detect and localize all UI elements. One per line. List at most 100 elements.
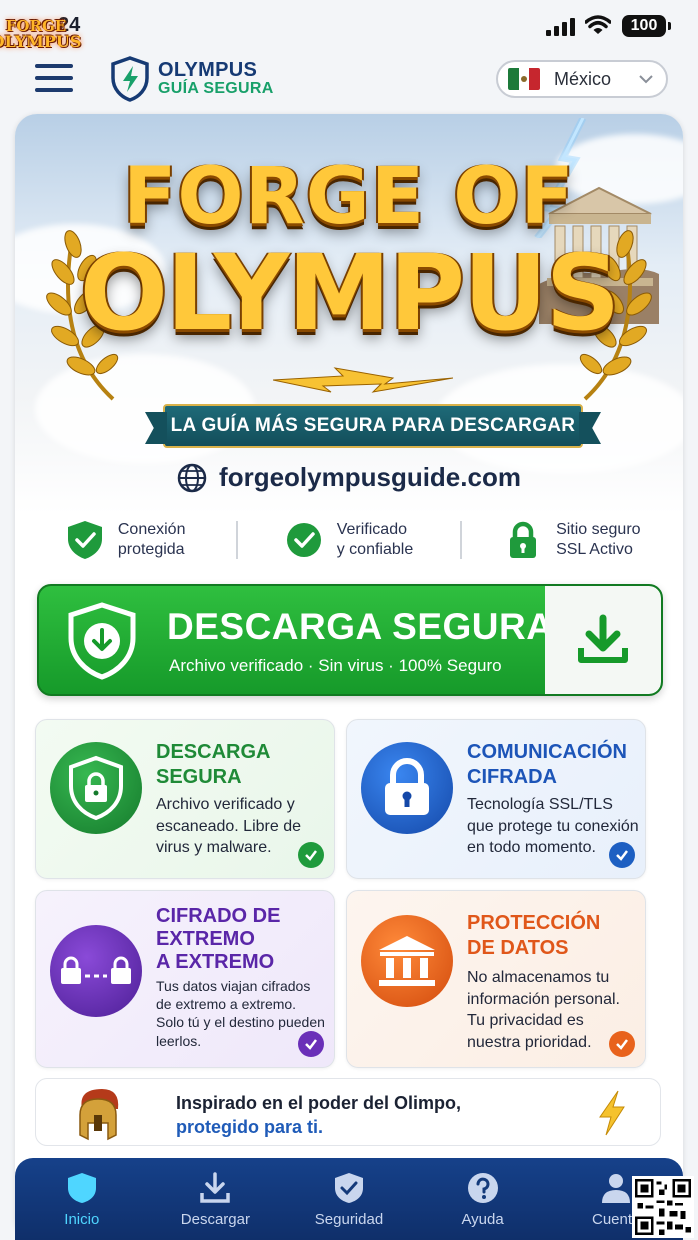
app-logo: FORGE OLYMPUS — [0, 2, 81, 66]
nav-label-seguridad: Seguridad — [314, 1210, 384, 1228]
card4-body-l1: No almacenamos tu — [467, 969, 610, 986]
trust-verified-l2: y confiable — [336, 541, 414, 558]
card4-title-l1: PROTECCIÓN — [467, 912, 601, 934]
globe-icon — [177, 463, 207, 492]
user-icon — [602, 1173, 631, 1203]
app-logo-line2: OLYMPUS — [0, 31, 82, 51]
qr-code-icon — [632, 1176, 694, 1238]
wifi-icon — [585, 15, 611, 34]
download-subtitle: Archivo verificado · Sin virus · 100% Se… — [169, 656, 502, 675]
feature-card-encrypted-communication[interactable]: COMUNICACIÓN CIFRADA Tecnología SSL/TLS … — [346, 719, 646, 879]
bottom-nav: Inicio Descargar Seguridad Ayuda Cuenta — [15, 1158, 683, 1240]
card3-title-l3: A EXTREMO — [156, 951, 275, 973]
trust-ssl-l2: SSL Activo — [556, 541, 633, 558]
check-icon — [298, 842, 324, 868]
inspiration-line1: Inspirado en el poder del Olimpo, — [176, 1093, 462, 1113]
card-icon-wrap — [50, 742, 142, 834]
trust-item-ssl: Sitio seguro SSL Activo — [462, 520, 683, 560]
shield-bolt-icon — [111, 56, 149, 102]
trust-protected-l1: Conexión — [117, 521, 186, 538]
shield-icon — [67, 1172, 96, 1203]
hero-ribbon: LA GUÍA MÁS SEGURA PARA DESCARGAR — [163, 404, 583, 448]
card3-body-l3: Solo tú y el destino pueden — [156, 1014, 325, 1031]
nav-item-ayuda[interactable]: Ayuda — [416, 1171, 550, 1228]
help-icon — [467, 1172, 498, 1203]
card-icon-wrap — [361, 742, 453, 834]
download-icon — [200, 1171, 231, 1203]
card1-body-l3: virus y malware. — [156, 839, 272, 857]
nav-item-inicio[interactable]: Inicio — [15, 1171, 149, 1228]
trust-protected-l2: protegida — [117, 541, 185, 558]
inspiration-banner: Inspirado en el poder del Olimpo, proteg… — [35, 1078, 661, 1146]
card3-title-l1: CIFRADO DE — [156, 905, 281, 927]
trust-item-verified: Verificado y confiable — [238, 520, 459, 560]
feature-card-secure-download[interactable]: DESCARGA SEGURA Archivo verificado y esc… — [35, 719, 335, 879]
title-bolt-icon — [273, 367, 453, 393]
battery-indicator: 100 — [622, 15, 671, 37]
country-selector[interactable]: México — [496, 60, 668, 98]
spartan-helmet-icon — [79, 1089, 119, 1141]
download-button[interactable]: DESCARGA SEGURA Archivo verificado · Sin… — [37, 584, 663, 696]
lightning-bolt-icon — [599, 1090, 625, 1136]
hero-banner: FORGE OF OLYMPUS LA GUÍA MÁS SEGURA PARA… — [15, 114, 683, 514]
card4-body-l3: Tu privacidad es — [467, 1012, 584, 1030]
padlock-icon — [385, 758, 429, 815]
main-card: FORGE OF OLYMPUS LA GUÍA MÁS SEGURA PARA… — [15, 114, 683, 1240]
download-icon-box[interactable] — [545, 586, 661, 694]
trust-verified-l1: Verificado — [336, 521, 407, 538]
card4-title-l2: DE DATOS — [467, 937, 569, 959]
shield-check-icon — [67, 521, 102, 559]
check-circle-icon — [286, 523, 321, 557]
chevron-down-icon — [639, 75, 653, 84]
trust-ssl-l1: Sitio seguro — [556, 521, 641, 538]
check-icon — [609, 1031, 635, 1057]
nav-item-descargar[interactable]: Descargar — [149, 1171, 283, 1228]
card4-body-l4: nuestra prioridad. — [467, 1033, 592, 1051]
shield-check-icon — [334, 1172, 363, 1203]
card3-title-l2: EXTREMO — [156, 928, 255, 950]
card1-title-l2: SEGURA — [156, 766, 242, 788]
brand-logo[interactable]: OLYMPUS GUÍA SEGURA — [110, 56, 274, 102]
site-url[interactable]: forgeolympusguide.com — [15, 462, 683, 493]
shield-lock-icon — [69, 755, 123, 821]
check-icon — [298, 1031, 324, 1057]
check-icon — [609, 842, 635, 868]
download-title: DESCARGA SEGURA — [167, 606, 554, 647]
card1-body-l2: escaneado. Libre de — [156, 817, 301, 835]
card2-title-l1: COMUNICACIÓN — [467, 741, 627, 763]
signal-icon — [546, 18, 575, 36]
card3-body-l2: de extremo a extremo. — [156, 996, 297, 1013]
menu-button[interactable] — [35, 64, 73, 94]
lock-icon — [510, 521, 537, 558]
card4-body-l2: información personal. — [467, 990, 620, 1008]
end-to-end-lock-icon — [61, 956, 131, 984]
shield-download-icon — [68, 602, 136, 680]
card-icon-wrap — [361, 915, 453, 1007]
nav-item-seguridad[interactable]: Seguridad — [282, 1171, 416, 1228]
card2-title-l2: CIFRADA — [467, 766, 557, 788]
card2-body-l2: que protege tu conexión — [467, 817, 639, 835]
trust-badges: Conexión protegida Verificado y confiabl… — [15, 514, 683, 566]
card3-body-l1: Tus datos viajan cifrados — [156, 978, 311, 994]
card1-body-l1: Archivo verificado y — [156, 796, 295, 813]
brand-name: OLYMPUS — [158, 59, 258, 82]
card2-body-l1: Tecnología SSL/TLS — [467, 796, 613, 813]
mexico-flag-icon — [508, 68, 540, 90]
nav-label-inicio: Inicio — [64, 1210, 100, 1228]
status-bar: 24 100 — [0, 0, 698, 50]
feature-card-data-protection[interactable]: PROTECCIÓN DE DATOS No almacenamos tu in… — [346, 890, 646, 1068]
site-url-text: forgeolympusguide.com — [219, 462, 521, 492]
feature-card-end-to-end[interactable]: CIFRADO DE EXTREMO A EXTREMO Tus datos v… — [35, 890, 335, 1068]
download-icon — [578, 614, 628, 663]
game-title-line2: OLYMPUS — [79, 232, 621, 354]
nav-label-descargar: Descargar — [180, 1210, 250, 1228]
trust-item-protected: Conexión protegida — [15, 520, 236, 560]
inspiration-line2: protegido para ti. — [176, 1117, 324, 1137]
game-title-line1: FORGE OF — [123, 152, 575, 242]
card1-title-l1: DESCARGA — [156, 741, 271, 763]
bank-icon — [379, 936, 435, 986]
country-label: México — [554, 68, 612, 89]
nav-label-ayuda: Ayuda — [461, 1210, 504, 1228]
card-icon-wrap — [50, 925, 142, 1017]
brand-subtitle: GUÍA SEGURA — [158, 80, 274, 98]
